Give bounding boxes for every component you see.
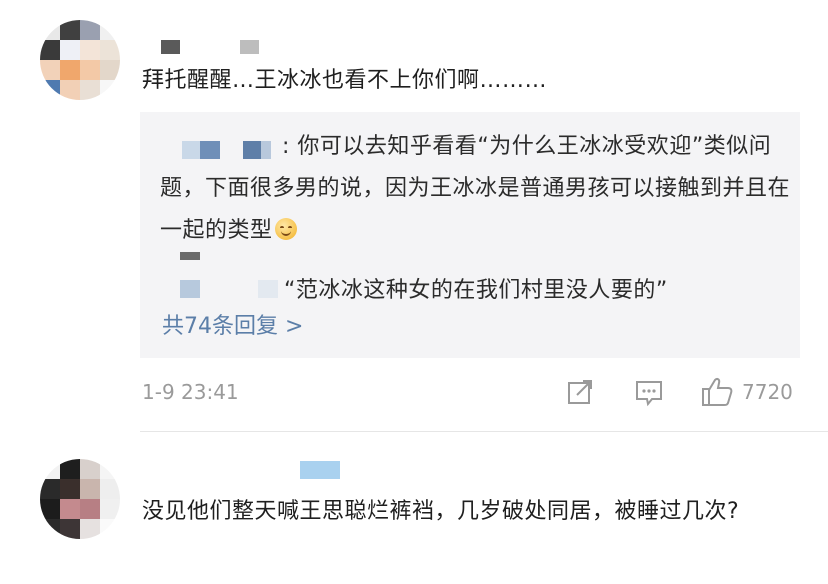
like-count: 7720 (742, 380, 793, 404)
first-reply-text: : 你可以去知乎看看“为什么王冰冰受欢迎”类似问题，下面很多男的说，因为王冰冰是… (160, 126, 790, 252)
divider (140, 431, 828, 432)
second-reply-quote: “范冰冰这种女的在我们村里没人要的” (284, 278, 668, 303)
smile-emoji-icon (274, 218, 297, 240)
avatar-2[interactable] (40, 459, 120, 539)
username-blurred-comment2[interactable] (300, 461, 340, 479)
first-reply-line1: : 你可以去知乎看看“为什么王冰冰受欢 (282, 134, 670, 159)
comment-icon[interactable] (634, 378, 664, 408)
comment-text-2: 没见他们整天喊王思聪烂裤裆，几岁破处同居，被睡过几次? (142, 499, 740, 524)
comment-text: 拜托醒醒…王冰冰也看不上你们啊……… (142, 68, 548, 93)
avatar[interactable] (40, 20, 120, 100)
share-icon[interactable] (566, 378, 594, 406)
timestamp: 1-9 23:41 (142, 380, 239, 404)
second-reply-text: “范冰冰这种女的在我们村里没人要的” (160, 270, 790, 312)
username-blurred[interactable] (161, 40, 180, 54)
like-icon[interactable] (700, 376, 734, 408)
view-replies-link[interactable]: 共74条回复 > (162, 310, 303, 344)
username-blurred-2[interactable] (240, 40, 259, 54)
